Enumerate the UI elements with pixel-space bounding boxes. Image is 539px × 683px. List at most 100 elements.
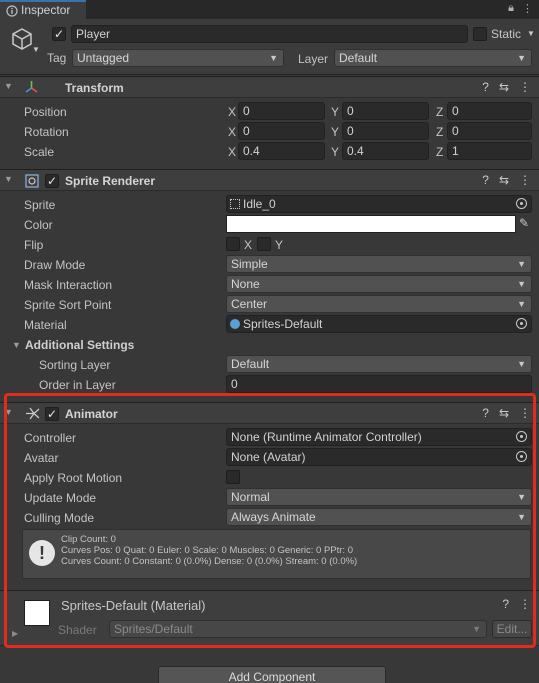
transform-header[interactable]: ▼ Transform ? ⇆ ⋮ [0, 76, 539, 98]
axis-z-label: Z [436, 145, 444, 159]
mask-interaction-label: Mask Interaction [24, 278, 113, 292]
object-picker-icon[interactable] [516, 198, 527, 209]
more-icon[interactable]: ⋮ [519, 173, 531, 187]
avatar-object-field[interactable]: None (Avatar) [226, 448, 532, 466]
transform-y-field[interactable]: 0.4 [342, 142, 429, 160]
material-sphere-icon [230, 319, 240, 329]
tab-inspector[interactable]: Inspector [0, 0, 86, 19]
draw-mode-label: Draw Mode [24, 258, 86, 272]
object-picker-icon[interactable] [516, 451, 527, 462]
draw-mode-dropdown[interactable]: Simple ▼ [226, 255, 532, 273]
more-icon[interactable]: ⋮ [519, 597, 531, 611]
sprite-thumbnail-icon [230, 199, 240, 209]
transform-z-field[interactable]: 0 [447, 122, 532, 140]
static-dropdown-arrow-icon[interactable]: ▼ [527, 29, 535, 38]
more-icon[interactable]: ⋮ [519, 80, 531, 94]
transform-x-field[interactable]: 0 [238, 122, 325, 140]
update-mode-label: Update Mode [24, 491, 97, 505]
flip-label: Flip [24, 238, 44, 252]
culling-mode-dropdown[interactable]: Always Animate ▼ [226, 508, 532, 526]
chevron-down-icon: ▼ [517, 279, 526, 289]
foldout-arrow-icon[interactable]: ▼ [4, 81, 13, 91]
chevron-down-icon: ▼ [517, 259, 526, 269]
layer-label: Layer [298, 52, 329, 66]
material-foldout-icon[interactable]: ▶ [12, 629, 18, 638]
sprite-sort-point-dropdown[interactable]: Center ▼ [226, 295, 532, 313]
chevron-down-icon: ▼ [517, 53, 526, 63]
shader-dropdown[interactable]: Sprites/Default ▼ [109, 620, 487, 638]
additional-settings-label[interactable]: Additional Settings [25, 338, 134, 352]
component-icons: ? ⇆ ⋮ [482, 406, 531, 420]
preset-icon[interactable]: ⇆ [499, 80, 509, 94]
more-icon[interactable]: ⋮ [519, 406, 531, 420]
help-icon[interactable]: ? [482, 80, 489, 94]
flip-y-checkbox[interactable] [257, 237, 271, 251]
mask-interaction-dropdown[interactable]: None ▼ [226, 275, 532, 293]
help-icon[interactable]: ? [482, 173, 489, 187]
material-object-field[interactable]: Sprites-Default [226, 315, 532, 333]
tag-dropdown[interactable]: Untagged ▼ [72, 49, 284, 67]
preset-icon[interactable]: ⇆ [499, 173, 509, 187]
transform-x-field[interactable]: 0 [238, 102, 325, 120]
transform-y-field[interactable]: 0 [342, 122, 429, 140]
transform-z-field[interactable]: 1 [447, 142, 532, 160]
material-value: Sprites-Default [243, 317, 323, 331]
draw-mode-value: Simple [231, 257, 268, 271]
flip-y-label: Y [275, 238, 284, 252]
lock-icon[interactable]: 🔒︎ [508, 2, 514, 15]
chevron-down-icon: ▼ [472, 624, 481, 634]
axis-x-label: X [228, 105, 237, 119]
transform-x-field[interactable]: 0.4 [238, 142, 325, 160]
color-swatch[interactable] [226, 215, 516, 233]
color-label: Color [24, 218, 53, 232]
gameobject-cube-icon [12, 28, 32, 50]
transform-z-field[interactable]: 0 [447, 102, 532, 120]
animator-header[interactable]: ▼ ✓ Animator ? ⇆ ⋮ [0, 402, 539, 424]
object-name-field[interactable]: Player [71, 25, 468, 43]
layer-dropdown[interactable]: Default ▼ [334, 49, 532, 67]
flip-x-checkbox[interactable] [226, 237, 240, 251]
sprite-renderer-enabled-checkbox[interactable]: ✓ [45, 174, 59, 188]
clip-count-text: Clip Count: 0 [61, 534, 116, 545]
help-icon[interactable]: ? [502, 597, 509, 611]
avatar-value: None (Avatar) [231, 450, 306, 464]
shader-edit-button[interactable]: Edit... [492, 620, 532, 638]
chevron-down-icon: ▼ [517, 299, 526, 309]
sprite-object-field[interactable]: Idle_0 [226, 195, 532, 213]
chevron-down-icon: ▼ [269, 53, 278, 63]
icon-dropdown-arrow-icon[interactable]: ▼ [32, 45, 40, 54]
animator-enabled-checkbox[interactable]: ✓ [45, 407, 59, 421]
axis-y-label: Y [331, 125, 340, 139]
tag-value: Untagged [77, 51, 130, 65]
avatar-label: Avatar [24, 451, 59, 465]
eyedropper-icon[interactable]: ✎ [519, 216, 529, 230]
culling-mode-label: Culling Mode [24, 511, 95, 525]
sprite-label: Sprite [24, 198, 56, 212]
foldout-arrow-icon[interactable]: ▼ [4, 407, 13, 417]
object-picker-icon[interactable] [516, 318, 527, 329]
add-component-button[interactable]: Add Component [158, 666, 386, 683]
material-title: Sprites-Default (Material) [61, 598, 206, 613]
static-checkbox[interactable] [473, 27, 487, 41]
apply-root-motion-checkbox[interactable] [226, 470, 240, 484]
sprite-renderer-header[interactable]: ▼ ✓ Sprite Renderer ? ⇆ ⋮ [0, 169, 539, 191]
sprite-renderer-title: Sprite Renderer [65, 174, 156, 188]
transform-y-field[interactable]: 0 [342, 102, 429, 120]
tab-label: Inspector [21, 3, 71, 17]
sorting-layer-dropdown[interactable]: Default ▼ [226, 355, 532, 373]
axis-y-label: Y [331, 105, 340, 119]
order-in-layer-field[interactable]: 0 [226, 375, 532, 393]
preset-icon[interactable]: ⇆ [499, 406, 509, 420]
update-mode-dropdown[interactable]: Normal ▼ [226, 488, 532, 506]
shader-value: Sprites/Default [114, 622, 193, 636]
foldout-arrow-icon[interactable]: ▼ [4, 174, 13, 184]
transform-title: Transform [65, 81, 124, 95]
help-icon[interactable]: ? [482, 406, 489, 420]
more-icon[interactable]: ⋮ [522, 2, 533, 15]
controller-object-field[interactable]: None (Runtime Animator Controller) [226, 428, 532, 446]
sorting-layer-label: Sorting Layer [39, 358, 111, 372]
object-picker-icon[interactable] [516, 431, 527, 442]
additional-settings-foldout-icon[interactable]: ▼ [12, 340, 21, 350]
curves-pos-text: Curves Pos: 0 Quat: 0 Euler: 0 Scale: 0 … [61, 545, 353, 556]
active-checkbox[interactable]: ✓ [52, 27, 66, 41]
